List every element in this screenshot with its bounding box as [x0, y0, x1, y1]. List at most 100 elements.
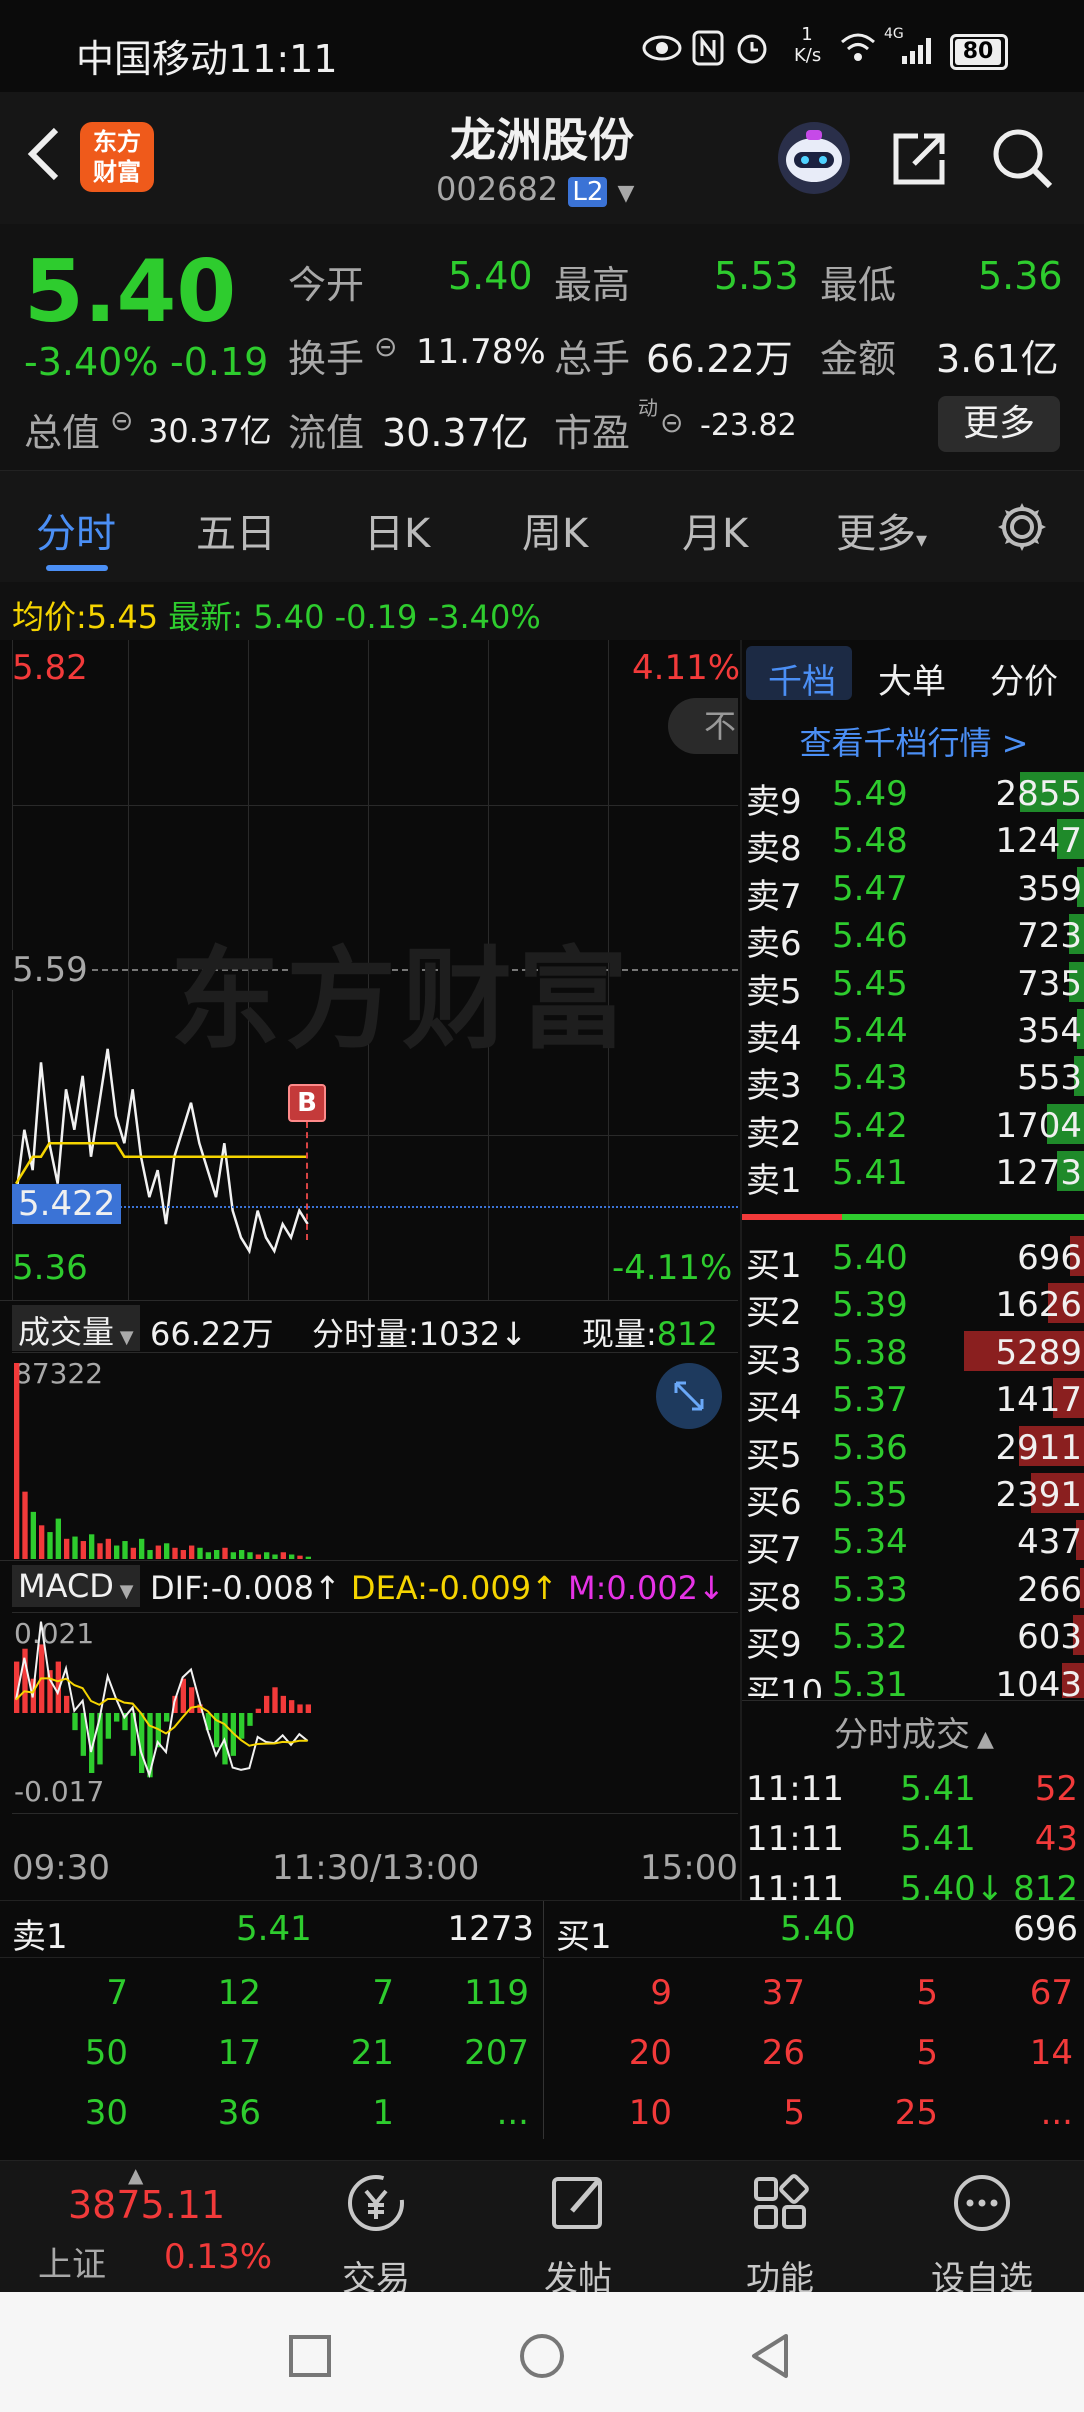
sell1-summary: 卖1 5.41 1273: [0, 1901, 540, 1958]
level-volume: 2855: [995, 774, 1082, 814]
qiandang-link[interactable]: 查看千档行情 >: [742, 718, 1084, 764]
info-icon[interactable]: ⊝: [110, 404, 133, 437]
macd-bar: [297, 1704, 303, 1713]
order-level-row[interactable]: 买5 5.36 2911: [742, 1422, 1084, 1476]
nfc-icon: [692, 30, 724, 70]
order-level-row[interactable]: 买9 5.32 603: [742, 1611, 1084, 1665]
order-level-row[interactable]: 买1 5.40 696: [742, 1232, 1084, 1286]
robot-assistant-icon[interactable]: [776, 120, 852, 200]
order-level-row[interactable]: 卖1 5.41 1273: [742, 1147, 1084, 1201]
level-price: 5.42: [832, 1105, 908, 1146]
level-volume: 723: [1017, 916, 1082, 957]
level-price: 5.40: [832, 1238, 908, 1278]
level-volume: 2911: [995, 1427, 1082, 1468]
order-level-row[interactable]: 卖3 5.43 553: [742, 1052, 1084, 1106]
intraday-chart[interactable]: 东方财富 5.82 4.11% 5.59 5.36 -4.11% 不 5.422…: [0, 640, 740, 1900]
caret-down-icon: ▼: [617, 181, 635, 206]
order-level-row[interactable]: 卖8 5.48 1247: [742, 815, 1084, 869]
stock-code: 002682: [436, 170, 559, 208]
level-volume: 1273: [995, 1153, 1082, 1194]
open-value: 5.40: [448, 254, 533, 298]
order-level-row[interactable]: 卖6 5.46 723: [742, 910, 1084, 964]
level-price: 5.49: [832, 774, 908, 814]
level-price: 5.43: [832, 1058, 908, 1099]
pe-label: 市盈: [554, 411, 631, 455]
index-ticker[interactable]: ▲ 3875.11 上证 0.13%: [0, 2161, 290, 2293]
macd-plot: [14, 1621, 311, 1779]
volume-bar: [64, 1538, 70, 1559]
volume-bar: [147, 1550, 153, 1559]
order-level-row[interactable]: 卖2 5.42 1704: [742, 1100, 1084, 1154]
order-level-row[interactable]: 卖5 5.45 735: [742, 958, 1084, 1012]
home-icon[interactable]: [518, 2332, 566, 2384]
volume-selector[interactable]: 成交量 ▼: [12, 1305, 140, 1351]
change-amount: -0.19: [170, 340, 269, 384]
order-level-row[interactable]: 买6 5.35 2391: [742, 1469, 1084, 1523]
float-value: 30.37亿: [382, 411, 529, 455]
tab-intraday[interactable]: 分时: [36, 501, 116, 559]
macd-selector[interactable]: MACD ▼: [12, 1565, 140, 1607]
order-level-row[interactable]: 买8 5.33 266: [742, 1564, 1084, 1618]
trade-volume: 52: [1034, 1769, 1078, 1809]
volume-bar: [264, 1552, 270, 1559]
tab-five-day[interactable]: 五日: [196, 501, 276, 559]
queue-cell: 5: [916, 2033, 938, 2073]
level-volume: 1247: [995, 821, 1082, 862]
stock-code-row[interactable]: 002682 L2 ▼: [436, 170, 634, 208]
info-icon[interactable]: ⊝: [374, 330, 397, 363]
settings-gear-icon[interactable]: [994, 499, 1050, 559]
macd-bar: [280, 1695, 286, 1713]
macd-bar: [264, 1695, 270, 1713]
search-icon[interactable]: [990, 126, 1056, 196]
order-level-row[interactable]: 卖9 5.49 2855: [742, 768, 1084, 822]
index-name: 上证: [38, 2245, 106, 2285]
level-volume: 553: [1017, 1058, 1082, 1099]
level-price: 5.36: [832, 1427, 908, 1468]
volume-bar: [255, 1554, 261, 1559]
tab-price-dist[interactable]: 分价: [990, 654, 1058, 703]
volume-header: 成交量 ▼ 66.22万 分时量:1032↓ 现量:812: [0, 1300, 738, 1353]
trade-volume: 43: [1034, 1819, 1078, 1859]
level-badge: L2: [568, 177, 608, 207]
order-level-row[interactable]: 买4 5.37 1417: [742, 1374, 1084, 1428]
tab-more[interactable]: 更多▾: [836, 501, 927, 559]
more-button[interactable]: 更多: [938, 396, 1060, 452]
tab-week-k[interactable]: 周K: [522, 501, 588, 559]
volume-bar: [289, 1554, 295, 1559]
tick-volume: 分时量:1032↓: [312, 1315, 528, 1353]
order-level-row[interactable]: 买10 5.31 1043: [742, 1659, 1084, 1698]
volume-bar: [272, 1554, 278, 1559]
volume-bar: [297, 1555, 303, 1559]
tab-month-k[interactable]: 月K: [682, 501, 748, 559]
buy-marker[interactable]: B: [288, 1084, 326, 1122]
queue-cell: 17: [217, 2033, 261, 2073]
level-price: 5.31: [832, 1664, 908, 1698]
trades-panel[interactable]: 分时成交 ▲ 11:11 5.41 52 11:11 5.41 43 11:11 5.40↓ 8…: [742, 1700, 1084, 1909]
order-level-row[interactable]: 卖7 5.47 359: [742, 863, 1084, 917]
recent-apps-icon[interactable]: [288, 2334, 332, 2382]
tab-big-order[interactable]: 大单: [878, 654, 946, 703]
tab-day-k[interactable]: 日K: [364, 501, 430, 559]
level-volume: 2391: [995, 1475, 1082, 1515]
order-level-row[interactable]: 买3 5.38 5289: [742, 1327, 1084, 1381]
info-icon[interactable]: ⊝: [660, 406, 683, 439]
macd-bar: [255, 1708, 261, 1713]
order-level-row[interactable]: 买7 5.34 437: [742, 1516, 1084, 1570]
level-volume: 1704: [995, 1105, 1082, 1146]
share-icon[interactable]: [888, 128, 950, 194]
quote-panel: 5.40 -3.40% -0.19 今开 5.40 最高 5.53 最低 5.3…: [0, 224, 1084, 470]
level-price: 5.32: [832, 1617, 908, 1658]
order-level-row[interactable]: 卖4 5.44 354: [742, 1005, 1084, 1059]
sell-queue: 7 12 7 119 50 17 21 207 30 36 1...: [0, 1959, 540, 2139]
level-volume: 1043: [995, 1664, 1082, 1698]
level-volume: 266: [1017, 1569, 1082, 1610]
trade-price: 5.41: [900, 1769, 976, 1809]
order-level-row[interactable]: 买2 5.39 1626: [742, 1279, 1084, 1333]
volume-bar: [205, 1552, 211, 1559]
back-nav-icon[interactable]: [748, 2332, 792, 2384]
volume-bar: [172, 1547, 178, 1559]
volume-bar: [239, 1550, 245, 1559]
tab-qiandang[interactable]: 千档: [768, 654, 836, 703]
amount-label: 金额: [820, 337, 897, 381]
level-price: 5.34: [832, 1522, 908, 1563]
